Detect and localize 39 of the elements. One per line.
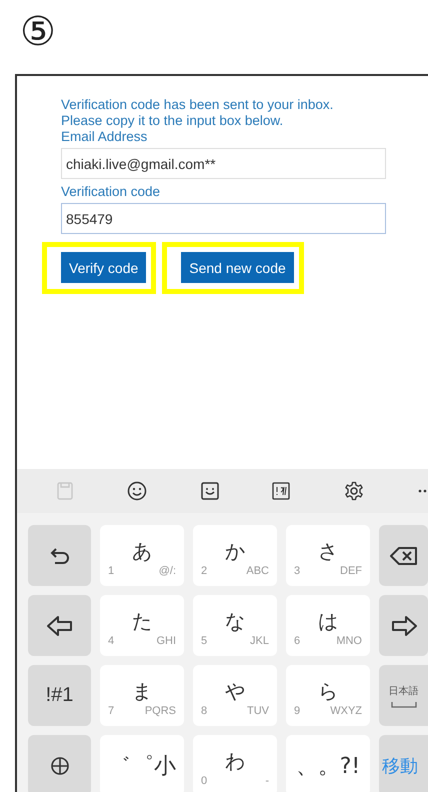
smiley-icon[interactable]	[126, 481, 147, 501]
globe-icon	[50, 756, 70, 776]
kana-key[interactable]: た 4 GHI	[100, 595, 184, 656]
email-field[interactable]: chiaki.live@gmail.com**	[61, 148, 386, 179]
more-icon[interactable]	[418, 489, 428, 493]
space-key[interactable]: 日本語	[379, 665, 428, 726]
kana-key[interactable]: は 6 MNO	[286, 595, 370, 656]
undo-icon	[48, 546, 70, 566]
left-arrow-icon	[46, 614, 72, 636]
kana-key[interactable]: あ 1 @/:	[100, 525, 184, 586]
kana-key[interactable]: ゛゜小	[100, 735, 184, 792]
right-arrow-icon	[390, 614, 416, 636]
undo-key[interactable]	[28, 525, 91, 586]
kana-key[interactable]: わ 0 -	[193, 735, 277, 792]
kana-key[interactable]: ら 9 WXYZ	[286, 665, 370, 726]
kana-key[interactable]: な 5 JKL	[193, 595, 277, 656]
symbol-key[interactable]: !#1	[28, 665, 91, 726]
kana-key[interactable]: 、。?!	[286, 735, 370, 792]
step-number: ⑤	[20, 12, 56, 52]
kana-key[interactable]: ま 7 PQRS	[100, 665, 184, 726]
backspace-icon	[390, 546, 418, 566]
left-arrow-key[interactable]	[28, 595, 91, 656]
clipboard-icon[interactable]	[57, 482, 73, 500]
settings-icon[interactable]	[344, 481, 364, 501]
kana-key[interactable]: さ 3 DEF	[286, 525, 370, 586]
kana-key[interactable]: や 8 TUV	[193, 665, 277, 726]
verify-code-button[interactable]: Verify code	[61, 252, 146, 283]
symbols-icon[interactable]	[272, 482, 290, 500]
backspace-key[interactable]	[379, 525, 428, 586]
instruction-text: Verification code has been sent to your inbox. Please copy it to the input box below.	[61, 97, 334, 129]
code-field[interactable]: 855479	[61, 203, 386, 234]
email-label: Email Address	[61, 129, 148, 145]
space-icon	[390, 702, 416, 708]
kana-key[interactable]: か 2 ABC	[193, 525, 277, 586]
code-label: Verification code	[61, 184, 162, 200]
right-arrow-key[interactable]	[379, 595, 428, 656]
globe-key[interactable]	[28, 735, 91, 792]
sticker-icon[interactable]	[200, 482, 219, 500]
send-new-code-button[interactable]: Send new code	[181, 252, 294, 283]
